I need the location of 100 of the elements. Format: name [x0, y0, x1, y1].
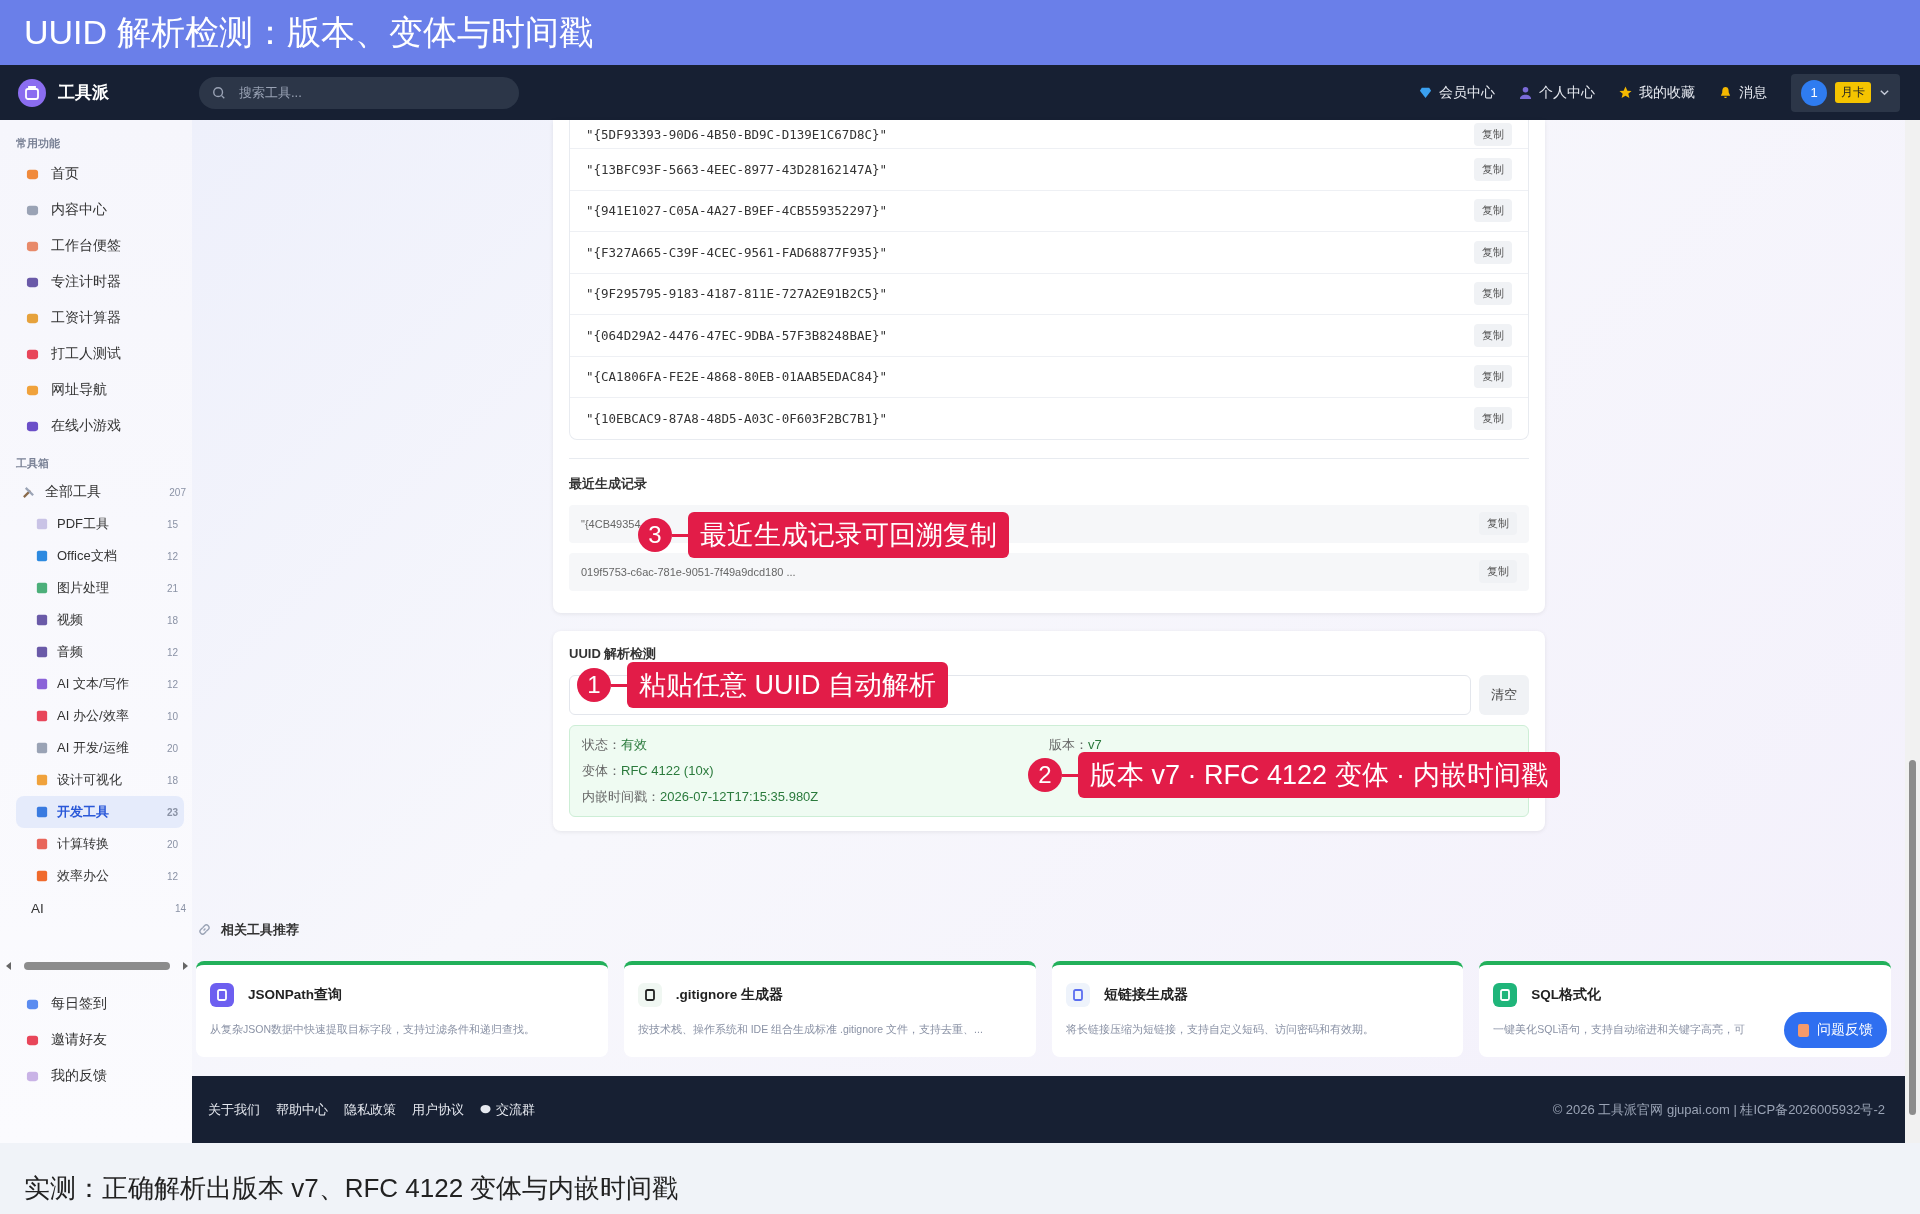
history-value: 019f5753-c6ac-781e-9051-7f49a9dcd180 ... [581, 565, 797, 578]
tool-name[interactable]: SQL格式化 [1531, 985, 1601, 1004]
search-icon [212, 85, 226, 100]
item-count: 14 [174, 902, 186, 914]
diamond-icon[interactable] [1419, 86, 1432, 99]
tool-name[interactable]: 短链接生成器 [1103, 985, 1188, 1004]
nav-link[interactable]: 我的收藏 [1639, 83, 1695, 102]
uuid-value: "{9F295795-9183-4187-811E-727A2E91B2C5}" [586, 286, 889, 302]
tool-card[interactable]: 短链接生成器 将长链接压缩为短链接，支持自定义短码、访问密码和有效期。 [1051, 960, 1464, 1057]
category-icon [36, 774, 48, 786]
sidebar-subitem[interactable]: AI 办公/效率 10 [0, 700, 184, 732]
logo-text[interactable]: 工具派 [58, 81, 109, 104]
copy-button[interactable]: 复制 [1474, 240, 1512, 264]
sidebar-subitem[interactable]: 效率办公 12 [0, 860, 184, 892]
category-icon [36, 582, 48, 594]
sidebar-item[interactable]: 工作台便签 [51, 237, 121, 255]
nav-link[interactable]: 消息 [1739, 83, 1767, 102]
sidebar-item[interactable]: AI [31, 900, 165, 916]
tool-description: 将长链接压缩为短链接，支持自定义短码、访问密码和有效期。 [1065, 1022, 1374, 1035]
logo-icon[interactable] [18, 78, 46, 107]
copy-button[interactable]: 复制 [1479, 560, 1517, 583]
plan-badge: 月卡 [1835, 82, 1871, 103]
sidebar-subitem[interactable]: PDF工具 15 [0, 508, 184, 540]
category-icon [36, 710, 48, 722]
sidebar-item[interactable]: 每日签到 [51, 995, 107, 1013]
uuid-value: "{13BFC93F-5663-4EEC-8977-43D28162147A}" [586, 161, 889, 177]
footer-link[interactable]: 关于我们 [208, 1100, 260, 1119]
callout-label: 粘贴任意 UUID 自动解析 [627, 662, 948, 708]
search-field[interactable]: 搜索工具... [199, 76, 519, 109]
result-label: 内嵌时间戳： [582, 788, 660, 804]
tool-card[interactable]: .gitignore 生成器 按技术栈、操作系统和 IDE 组合生成标准 .gitignore 文件，支持去重、... [623, 960, 1036, 1057]
nav-link[interactable]: 会员中心 [1439, 83, 1495, 102]
horizontal-scrollbar[interactable] [6, 962, 188, 970]
sidebar-item[interactable]: 打工人测试 [51, 345, 121, 363]
nav-link[interactable]: 个人中心 [1539, 83, 1595, 102]
tool-name[interactable]: .gitignore 生成器 [675, 985, 783, 1004]
bell-icon[interactable] [1719, 86, 1732, 99]
chat-bubble-icon [480, 1104, 491, 1115]
result-value: v7 [1088, 736, 1102, 752]
uuid-value: "{5DF93393-90D6-4B50-BD9C-D139E1C67D8C}" [586, 126, 889, 142]
category-icon [36, 646, 48, 658]
sidebar-item[interactable]: 在线小游戏 [51, 417, 121, 435]
person-icon[interactable] [1519, 86, 1532, 99]
copy-button[interactable]: 复制 [1474, 323, 1512, 347]
copy-button[interactable]: 复制 [1474, 199, 1512, 223]
clear-button[interactable]: 清空 [1479, 674, 1529, 715]
vertical-scrollbar[interactable] [1905, 120, 1920, 1143]
sidebar-item[interactable]: 网址导航 [51, 381, 107, 399]
uuid-value: "{F327A665-C39F-4CEC-9561-FAD68877F935}" [586, 244, 889, 260]
copy-button[interactable]: 复制 [1474, 157, 1512, 181]
sidebar-subitem[interactable]: Office文档 12 [0, 540, 184, 572]
result-label: 状态： [582, 736, 621, 752]
sidebar-item[interactable]: 邀请好友 [51, 1031, 107, 1049]
uuid-value: "{941E1027-C05A-4A27-B9EF-4CB559352297}" [586, 203, 889, 219]
tool-name[interactable]: JSONPath查询 [248, 985, 343, 1004]
sidebar-item[interactable]: 首页 [51, 165, 79, 183]
star-icon[interactable] [1619, 86, 1632, 99]
sidebar-subitem[interactable]: 音频 12 [0, 636, 184, 668]
copy-button[interactable]: 复制 [1474, 282, 1512, 306]
result-label: 版本： [1049, 736, 1088, 752]
sidebar-subitem[interactable]: AI 文本/写作 12 [0, 668, 184, 700]
chevron-down-icon[interactable] [1879, 87, 1890, 98]
footer-link[interactable]: 帮助中心 [276, 1100, 328, 1119]
sidebar-item[interactable]: 工资计算器 [51, 309, 121, 327]
copyright-text: © 2026 工具派官网 gjupai.com | 桂ICP备2026005932号-2 [1552, 1100, 1885, 1119]
category-icon [36, 518, 48, 530]
user-menu[interactable]: 1 月卡 [1791, 73, 1900, 112]
feedback-button[interactable]: 问题反馈 [1784, 1012, 1887, 1048]
user-avatar[interactable]: 1 [1801, 79, 1827, 106]
category-icon [36, 742, 48, 754]
uuid-value: "{064D29A2-4476-47EC-9DBA-57F3B8248BAE}" [586, 327, 889, 343]
footer-link[interactable]: 用户协议 [412, 1100, 464, 1119]
category-icon [36, 806, 48, 818]
tools-icon [22, 485, 35, 499]
sidebar-item[interactable]: 专注计时器 [51, 273, 121, 291]
section-title: 最近生成记录 [569, 474, 648, 493]
result-value: 有效 [621, 736, 647, 752]
copy-button[interactable]: 复制 [1479, 512, 1517, 535]
tool-description: 按技术栈、操作系统和 IDE 组合生成标准 .gitignore 文件，支持去重、... [637, 1022, 983, 1035]
tool-card[interactable]: JSONPath查询 从复杂JSON数据中快速提取目标字段，支持过滤条件和递归查找。 [196, 960, 608, 1057]
sidebar-subitem[interactable]: 计算转换 20 [0, 828, 184, 860]
sidebar-subitem[interactable]: 视频 18 [0, 604, 184, 636]
uuid-value: "{10EBCAC9-87A8-48D5-A03C-0F603F2BC7B1}" [586, 410, 889, 426]
footer-link[interactable]: 交流群 [496, 1100, 535, 1119]
sidebar-subitem[interactable]: 设计可视化 18 [0, 764, 184, 796]
callout-label: 版本 v7 · RFC 4122 变体 · 内嵌时间戳 [1078, 752, 1560, 798]
copy-button[interactable]: 复制 [1474, 122, 1512, 146]
sidebar-item[interactable]: 全部工具 [45, 483, 160, 501]
sidebar-subitem[interactable]: 开发工具 23 [16, 796, 184, 828]
arrow-right-icon[interactable] [182, 962, 188, 970]
arrow-left-icon[interactable] [6, 962, 12, 970]
caption-text: 实测：正确解析出版本 v7、RFC 4122 变体与内嵌时间戳 [24, 1172, 679, 1205]
copy-button[interactable]: 复制 [1474, 406, 1512, 430]
sidebar-item[interactable]: 内容中心 [51, 201, 107, 219]
sidebar-subitem[interactable]: 图片处理 21 [0, 572, 184, 604]
footer-link[interactable]: 隐私政策 [344, 1100, 396, 1119]
copy-button[interactable]: 复制 [1474, 365, 1512, 389]
sidebar-item[interactable]: 我的反馈 [51, 1067, 107, 1085]
category-icon [36, 550, 48, 562]
sidebar-subitem[interactable]: AI 开发/运维 20 [0, 732, 184, 764]
